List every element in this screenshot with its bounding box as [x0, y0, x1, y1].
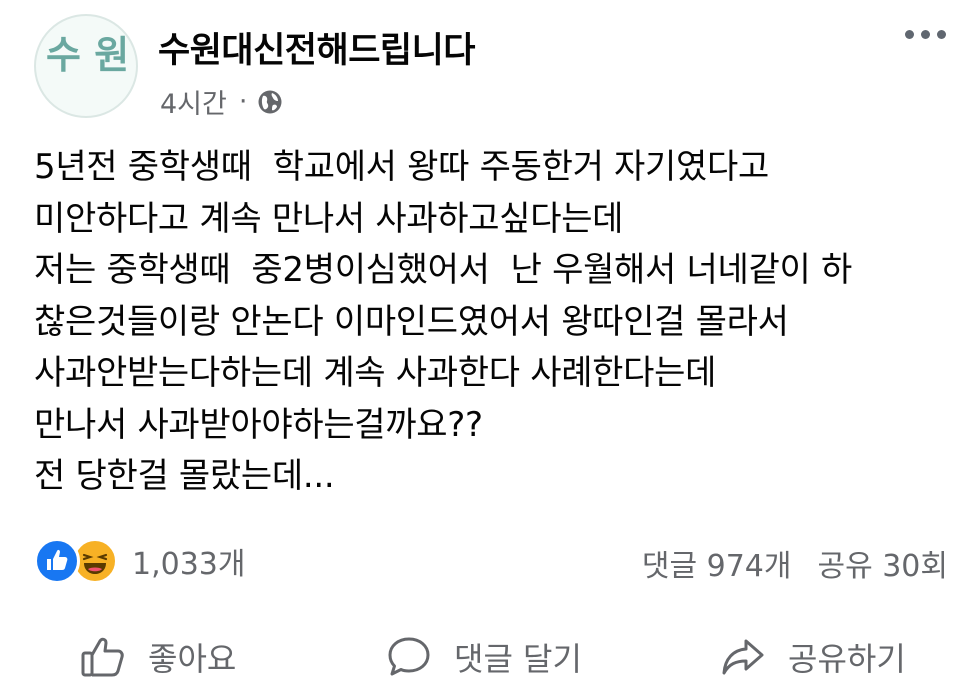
share-button-label: 공유하기: [788, 640, 906, 678]
comment-count[interactable]: 댓글 974개: [642, 541, 792, 585]
meta-separator: ·: [238, 86, 248, 117]
share-button[interactable]: 공유하기: [720, 634, 906, 680]
avatar-logo-text: 수 원: [46, 33, 129, 77]
engagement-counts: 댓글 974개 공유 30회: [642, 541, 948, 585]
page-avatar[interactable]: 수 원: [34, 14, 138, 118]
like-reaction-icon: [34, 538, 80, 584]
like-button-label: 좋아요: [148, 640, 237, 678]
share-arrow-icon: [722, 639, 764, 675]
globe-icon: [258, 90, 282, 113]
post-line: 만나서 사과받아야하는걸까요??: [34, 404, 483, 445]
reaction-count: 1,033개: [132, 547, 246, 582]
post-text: 5년전 중학생때 학교에서 왕따 주동한거 자기였다고 미안하다고 계속 만나서…: [34, 142, 954, 503]
share-count[interactable]: 공유 30회: [817, 541, 948, 585]
page-name[interactable]: 수원대신전해드립니다: [158, 22, 476, 73]
reactions-summary[interactable]: 1,033개: [34, 538, 245, 584]
comment-button[interactable]: 댓글 달기: [386, 634, 582, 680]
more-options-icon[interactable]: [905, 30, 946, 39]
comment-bubble-icon: [388, 637, 430, 676]
post-line: 5년전 중학생때 학교에서 왕따 주동한거 자기였다고: [34, 147, 769, 187]
post-header: 수 원 수원대신전해드립니다 4시간 ·: [34, 14, 954, 126]
like-button[interactable]: 좋아요: [80, 634, 236, 680]
post-stats: 1,033개 댓글 974개 공유 30회: [34, 534, 948, 588]
comment-button-label: 댓글 달기: [454, 640, 582, 678]
post-timestamp[interactable]: 4시간: [160, 82, 227, 121]
post-line: 저는 중학생때 중2병이심했어서 난 우월해서 너네같이 하: [34, 250, 852, 290]
action-bar: 좋아요 댓글 달기 공유하기: [0, 612, 980, 696]
thumbs-up-icon: [81, 637, 124, 677]
post-line: 찮은것들이랑 안논다 이마인드였어서 왕따인걸 몰라서: [34, 301, 789, 342]
post-line: 미안하다고 계속 만나서 사과하고싶다는데: [34, 198, 624, 239]
post-line: 전 당한걸 몰랐는데...: [34, 456, 335, 496]
post-meta: 4시간 ·: [160, 82, 283, 121]
post-line: 사과안받는다하는데 계속 사과한다 사례한다는데: [34, 353, 717, 393]
